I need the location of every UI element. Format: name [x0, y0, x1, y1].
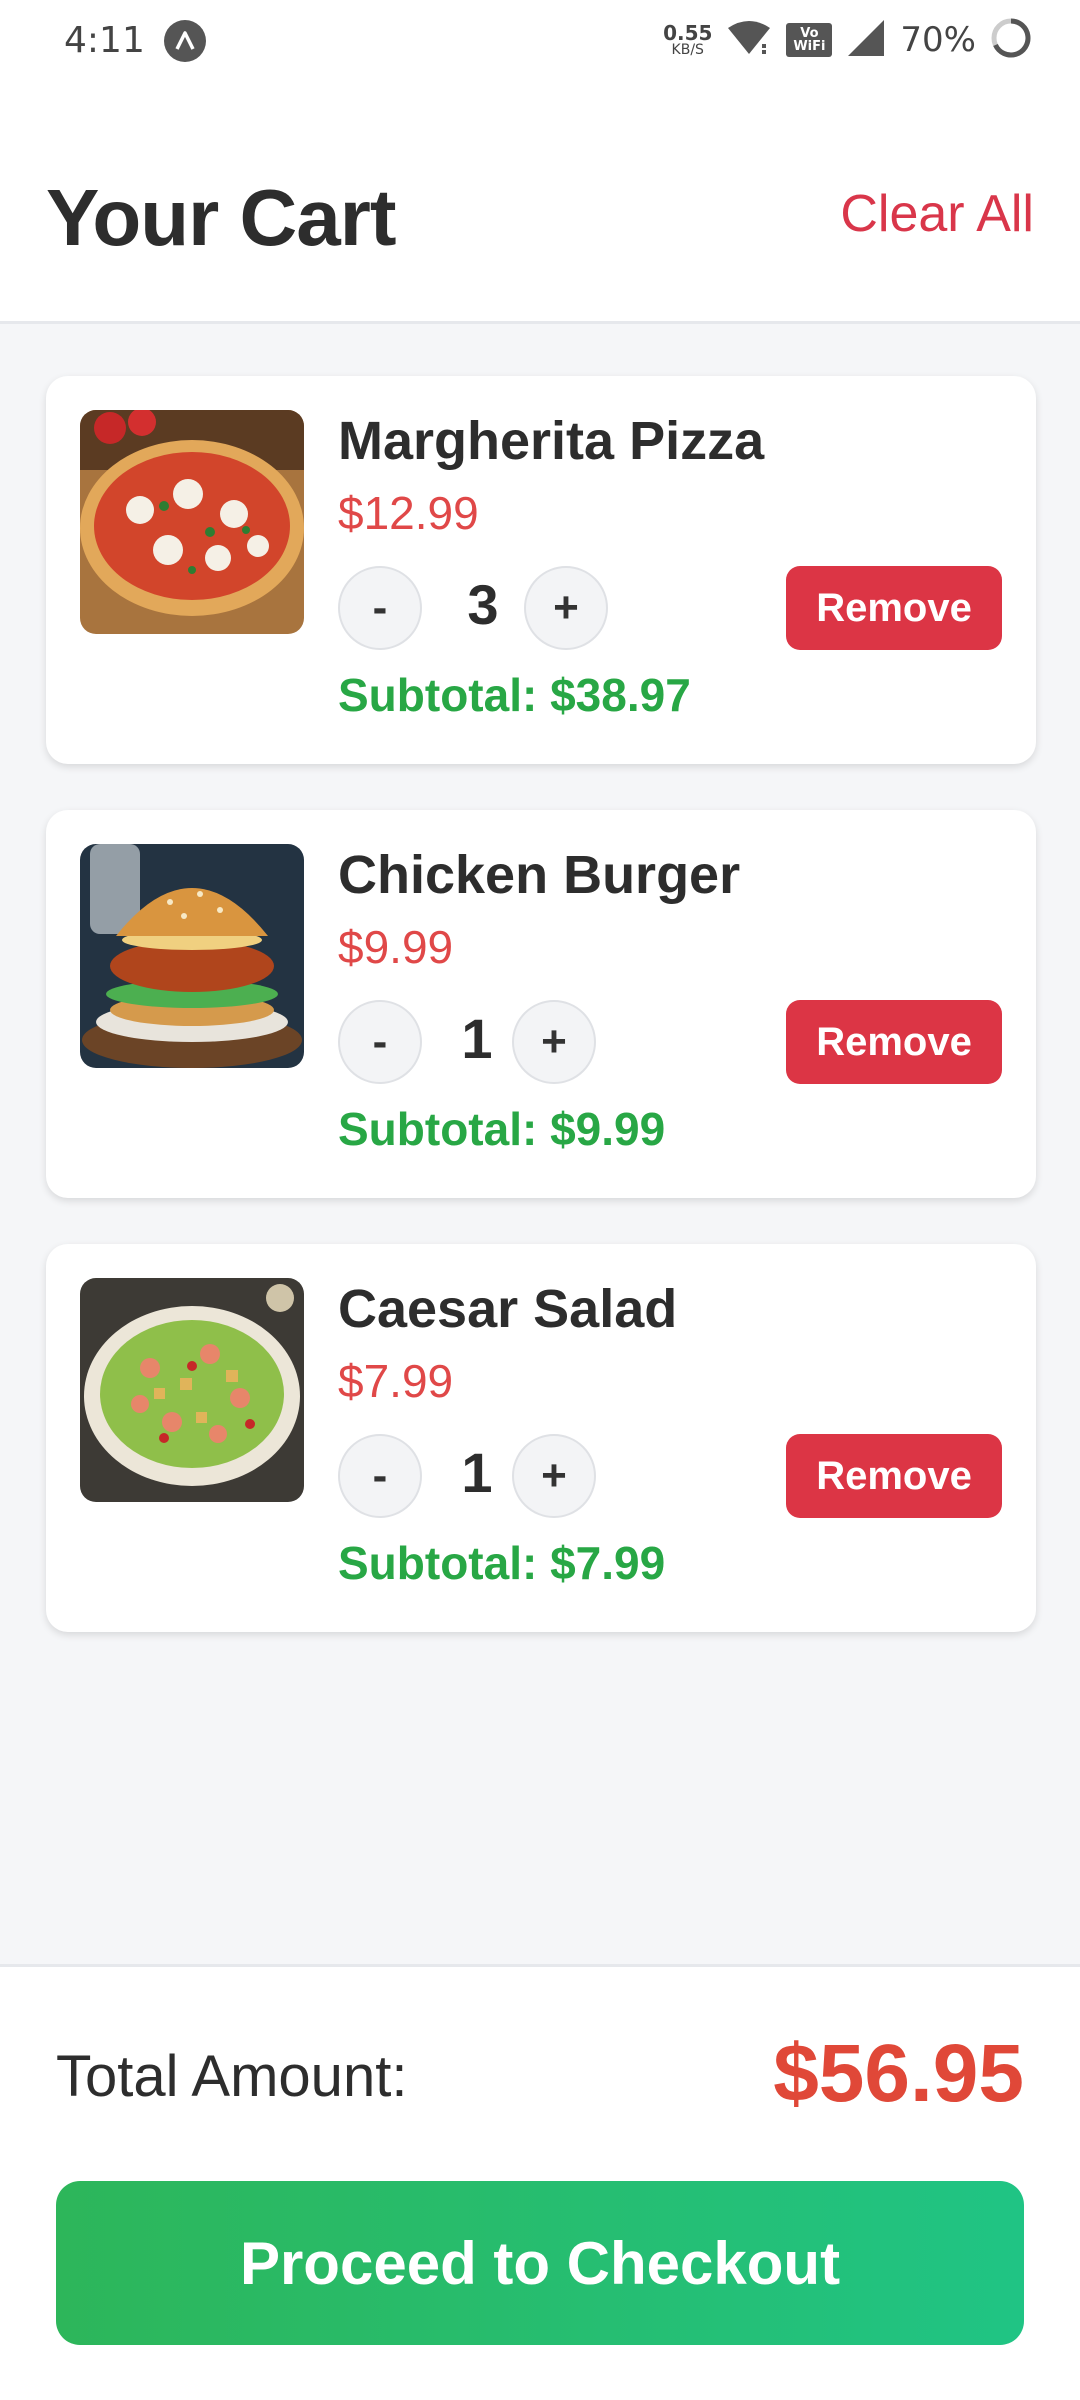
chicken-burger-image [80, 844, 304, 1068]
battery-icon [990, 17, 1032, 64]
decrease-quantity-button[interactable]: - [338, 566, 422, 650]
cart-item: Caesar Salad $7.99 - 1 + Remove Subtotal… [46, 1244, 1036, 1632]
remove-item-button[interactable]: Remove [786, 566, 1002, 650]
cart-header: Your Cart Clear All [0, 80, 1080, 324]
cart-item: Margherita Pizza $12.99 - 3 + Remove Sub… [46, 376, 1036, 764]
signal-icon [846, 18, 886, 63]
status-bar: 4:11 0.55 KB/S Vo WiFi 70% [0, 0, 1080, 80]
increase-quantity-button[interactable]: + [512, 1434, 596, 1518]
increase-quantity-button[interactable]: + [512, 1000, 596, 1084]
total-amount-label: Total Amount: [56, 2044, 408, 2109]
clear-all-button[interactable]: Clear All [840, 184, 1034, 244]
cart-list[interactable]: Margherita Pizza $12.99 - 3 + Remove Sub… [0, 324, 1080, 1964]
network-speed-value: 0.55 [663, 21, 713, 45]
item-price: $12.99 [338, 487, 479, 539]
item-price: $9.99 [338, 921, 454, 973]
total-amount-value: $56.95 [773, 2028, 1024, 2119]
vowifi-icon: Vo WiFi [786, 23, 833, 57]
remove-item-button[interactable]: Remove [786, 1000, 1002, 1084]
decrease-quantity-button[interactable]: - [338, 1434, 422, 1518]
item-quantity: 3 [467, 573, 499, 636]
app-notification-icon [164, 20, 206, 62]
item-name: Chicken Burger [338, 845, 741, 905]
item-subtotal: Subtotal: $38.97 [338, 669, 691, 721]
item-quantity: 1 [461, 1007, 493, 1070]
item-quantity: 1 [461, 1441, 493, 1504]
item-price: $7.99 [338, 1355, 454, 1407]
item-name: Caesar Salad [338, 1279, 678, 1339]
cart-item: Chicken Burger $9.99 - 1 + Remove Subtot… [46, 810, 1036, 1198]
proceed-to-checkout-button[interactable]: Proceed to Checkout [56, 2181, 1024, 2345]
page-title: Your Cart [46, 173, 397, 262]
network-speed: 0.55 KB/S [663, 23, 712, 57]
decrease-quantity-button[interactable]: - [338, 1000, 422, 1084]
cart-footer: Total Amount: $56.95 Proceed to Checkout [0, 1964, 1080, 2400]
item-subtotal: Subtotal: $7.99 [338, 1537, 666, 1589]
wifi-icon [726, 20, 772, 61]
margherita-pizza-image [80, 410, 304, 634]
item-name: Margherita Pizza [338, 411, 765, 471]
status-time: 4:11 [64, 20, 145, 61]
battery-percentage: 70% [900, 20, 976, 60]
status-icons: 0.55 KB/S Vo WiFi 70% [663, 16, 1032, 64]
item-subtotal: Subtotal: $9.99 [338, 1103, 666, 1155]
caesar-salad-image [80, 1278, 304, 1502]
remove-item-button[interactable]: Remove [786, 1434, 1002, 1518]
network-speed-unit: KB/S [671, 42, 704, 58]
increase-quantity-button[interactable]: + [524, 566, 608, 650]
vowifi-bottom: WiFi [793, 39, 826, 54]
